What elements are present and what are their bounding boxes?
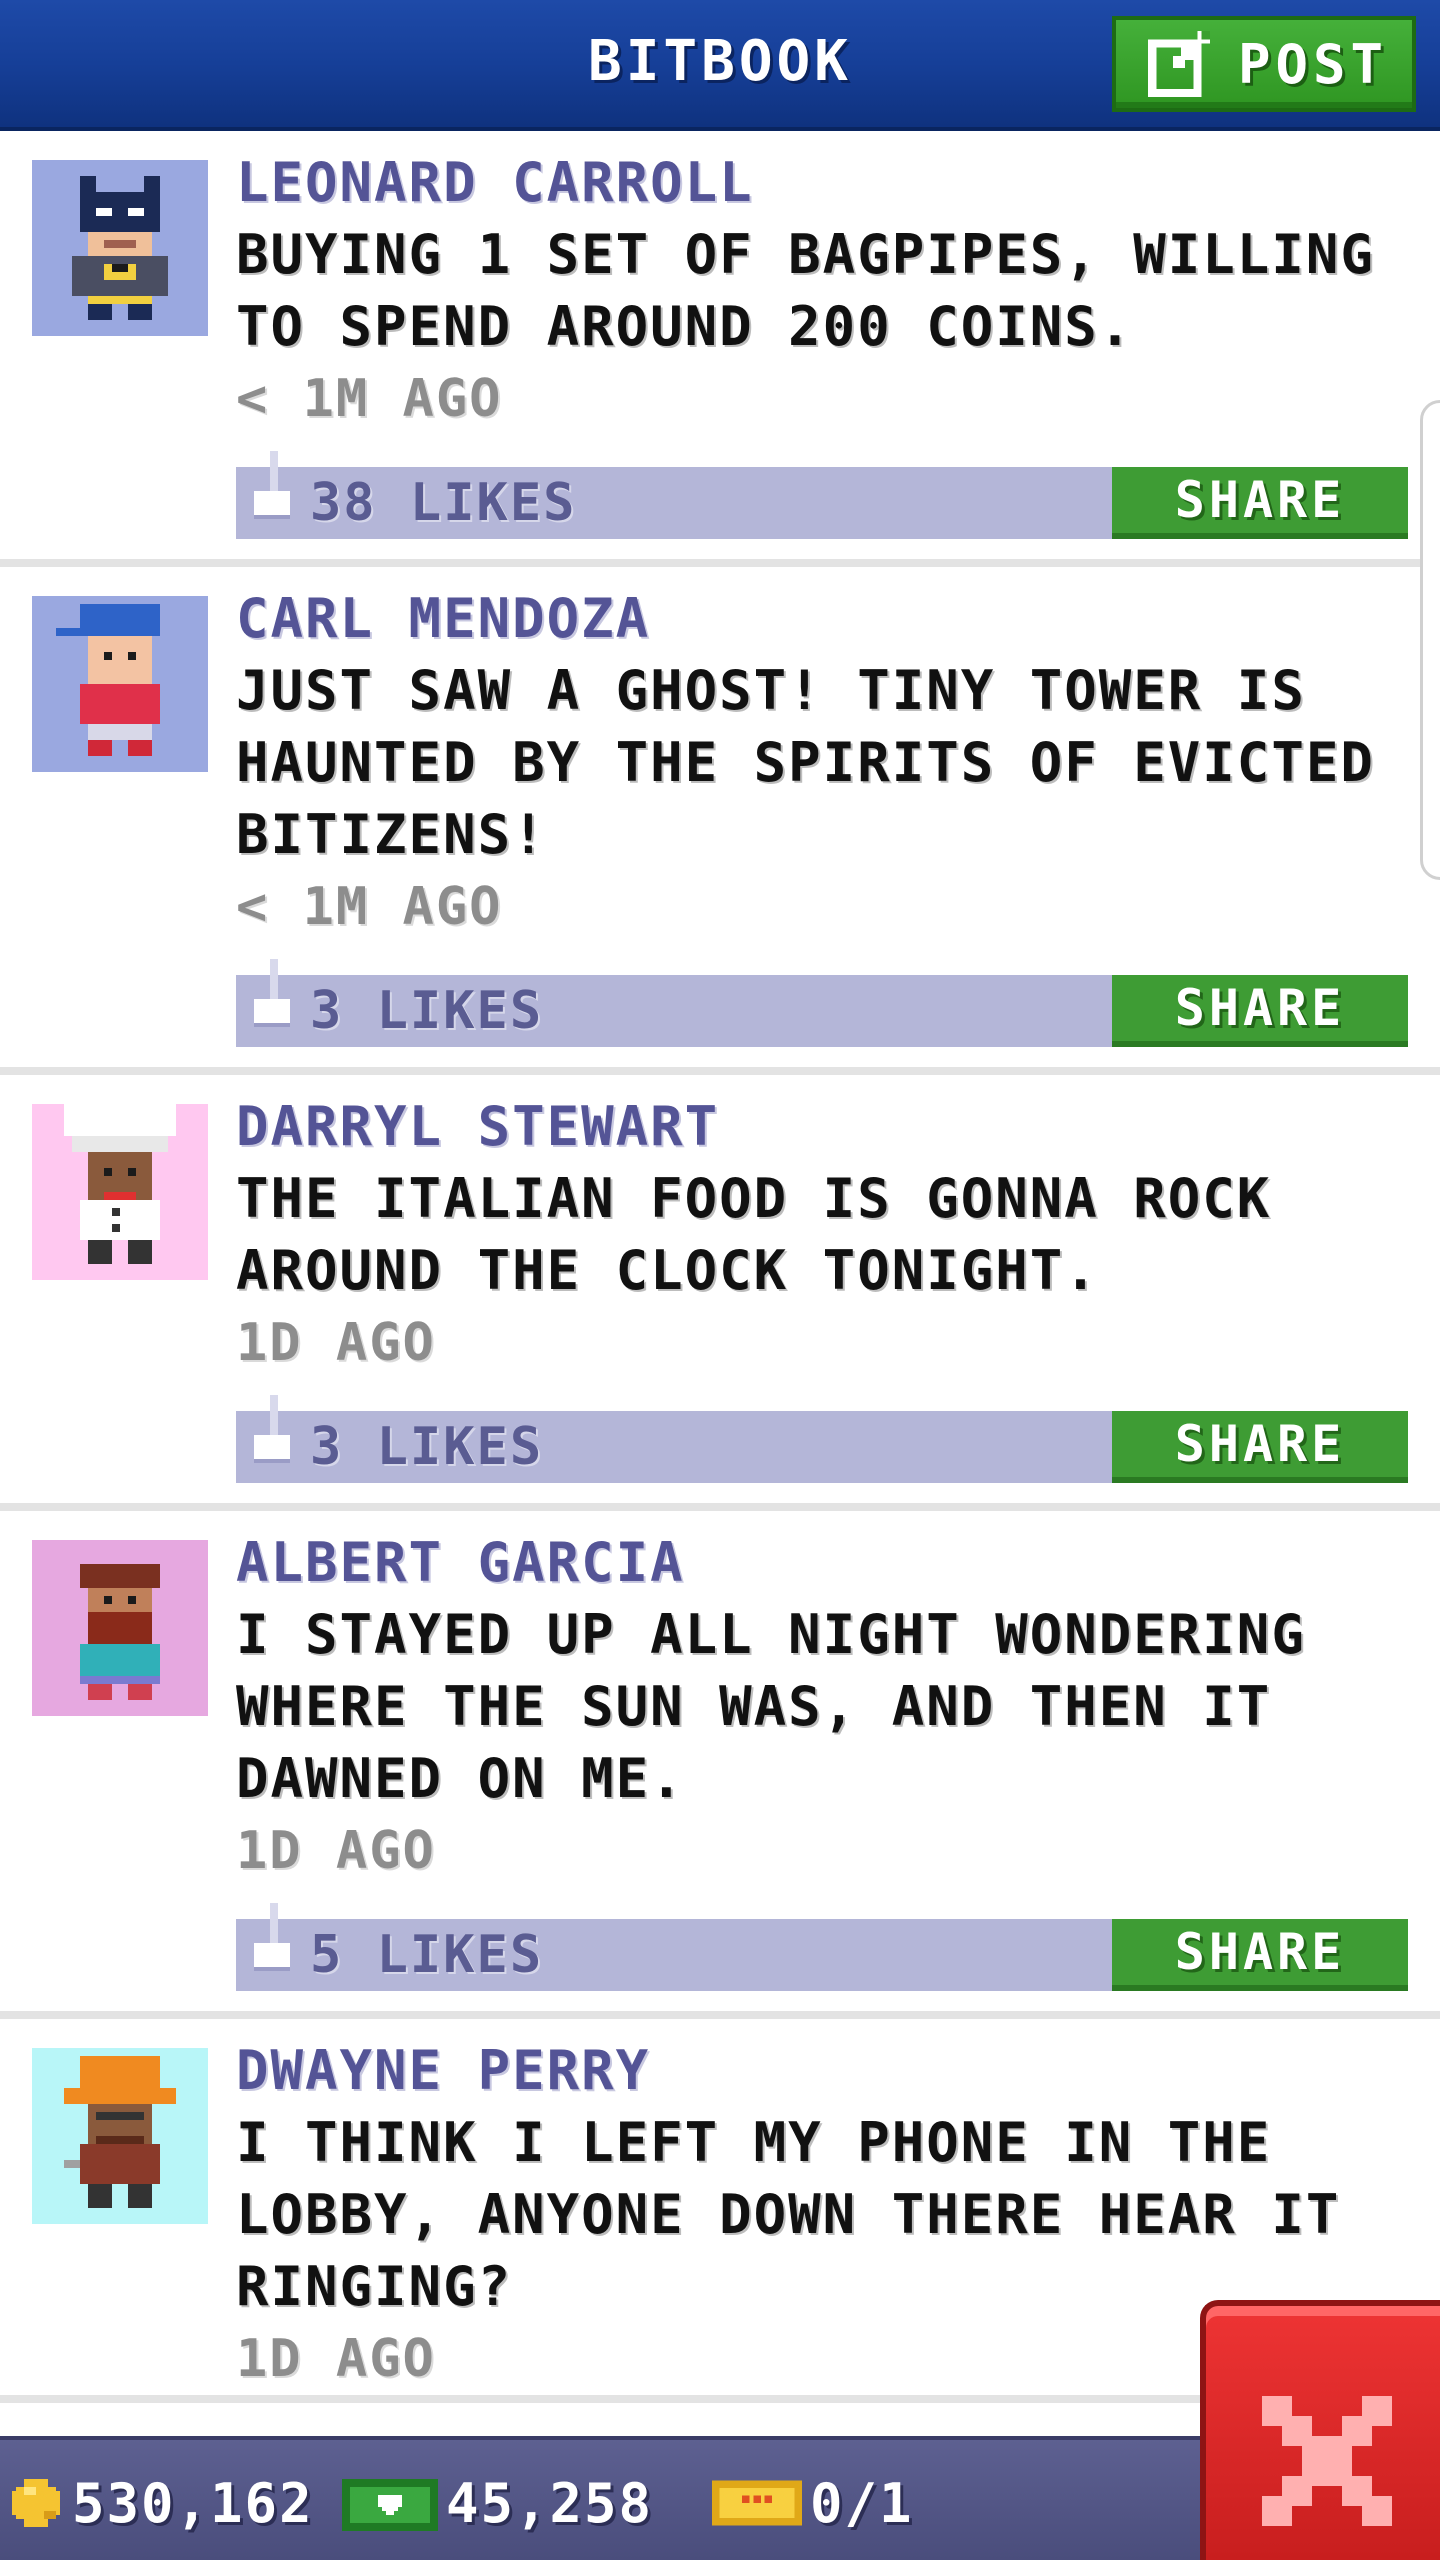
post-message: JUST SAW A GHOST! TINY TOWER IS HAUNTED … (236, 659, 1375, 866)
feed-list: LEONARD CARROLL BUYING 1 SET OF BAGPIPES… (0, 131, 1440, 2403)
post-message: I THINK I LEFT MY PHONE IN THE LOBBY, AN… (236, 2111, 1341, 2318)
close-button[interactable] (1200, 2300, 1440, 2560)
scrollbar[interactable] (1420, 400, 1440, 880)
share-button[interactable]: SHARE (1112, 1919, 1408, 1991)
tickets-amount: 0/1 (810, 2471, 914, 2535)
feed-post: ALBERT GARCIA I STAYED UP ALL NIGHT WOND… (0, 1511, 1440, 2019)
coins-amount: 530,162 (72, 2471, 314, 2535)
feed-post: LEONARD CARROLL BUYING 1 SET OF BAGPIPES… (0, 131, 1440, 567)
coins-stat: 530,162 (8, 2468, 314, 2538)
post-timestamp: 1D AGO (236, 1821, 436, 1881)
likes-count: 3 LIKES (310, 1417, 544, 1477)
post-action-bar: 3 LIKES SHARE (236, 959, 1408, 1047)
thumbs-up-icon[interactable] (250, 1903, 294, 1983)
post-timestamp: 1D AGO (236, 1313, 436, 1373)
bux-stat: 45,258 (342, 2468, 653, 2538)
share-button[interactable]: SHARE (1112, 467, 1408, 539)
feed-post: DARRYL STEWART THE ITALIAN FOOD IS GONNA… (0, 1075, 1440, 1511)
thumbs-up-icon[interactable] (250, 1395, 294, 1475)
post-author[interactable]: ALBERT GARCIA (236, 1527, 1412, 1599)
close-x-icon (1262, 2396, 1392, 2526)
post-body: CARL MENDOZA JUST SAW A GHOST! TINY TOWE… (236, 567, 1412, 1047)
post-action-bar: 5 LIKES SHARE (236, 1903, 1408, 1991)
hard-hat-avatar-icon[interactable] (32, 2048, 208, 2224)
post-button-label: POST (1238, 32, 1389, 96)
bearded-avatar-icon[interactable] (32, 1540, 208, 1716)
share-button[interactable]: SHARE (1112, 975, 1408, 1047)
golden-ticket-icon (712, 2480, 802, 2526)
post-action-bar: 3 LIKES SHARE (236, 1395, 1408, 1483)
edit-square-icon (1148, 31, 1210, 97)
post-message: THE ITALIAN FOOD IS GONNA ROCK AROUND TH… (236, 1167, 1272, 1302)
post-author[interactable]: CARL MENDOZA (236, 583, 1412, 655)
post-message: I STAYED UP ALL NIGHT WONDERING WHERE TH… (236, 1603, 1306, 1810)
app-header: BITBOOK POST (0, 0, 1440, 131)
post-button[interactable]: POST (1112, 16, 1416, 112)
post-timestamp: < 1M AGO (236, 877, 503, 937)
post-message: BUYING 1 SET OF BAGPIPES, WILLING TO SPE… (236, 223, 1375, 358)
post-body: ALBERT GARCIA I STAYED UP ALL NIGHT WOND… (236, 1511, 1412, 1991)
feed-post: CARL MENDOZA JUST SAW A GHOST! TINY TOWE… (0, 567, 1440, 1075)
post-body: DARRYL STEWART THE ITALIAN FOOD IS GONNA… (236, 1075, 1412, 1483)
likes-count: 5 LIKES (310, 1925, 544, 1985)
post-author[interactable]: DWAYNE PERRY (236, 2035, 1412, 2107)
thumbs-up-icon[interactable] (250, 959, 294, 1039)
post-timestamp: < 1M AGO (236, 369, 503, 429)
green-bux-icon (342, 2479, 438, 2531)
post-author[interactable]: LEONARD CARROLL (236, 147, 1412, 219)
post-body: LEONARD CARROLL BUYING 1 SET OF BAGPIPES… (236, 131, 1412, 539)
thumbs-up-icon[interactable] (250, 451, 294, 531)
gold-coin-icon (12, 2479, 60, 2527)
likes-count: 3 LIKES (310, 981, 544, 1041)
tickets-stat: 0/1 (712, 2468, 914, 2538)
post-author[interactable]: DARRYL STEWART (236, 1091, 1412, 1163)
post-action-bar: 38 LIKES SHARE (236, 451, 1408, 539)
chef-avatar-icon[interactable] (32, 1104, 208, 1280)
share-button[interactable]: SHARE (1112, 1411, 1408, 1483)
blue-cap-avatar-icon[interactable] (32, 596, 208, 772)
batman-avatar-icon[interactable] (32, 160, 208, 336)
bux-amount: 45,258 (446, 2471, 654, 2535)
likes-count: 38 LIKES (310, 473, 577, 533)
